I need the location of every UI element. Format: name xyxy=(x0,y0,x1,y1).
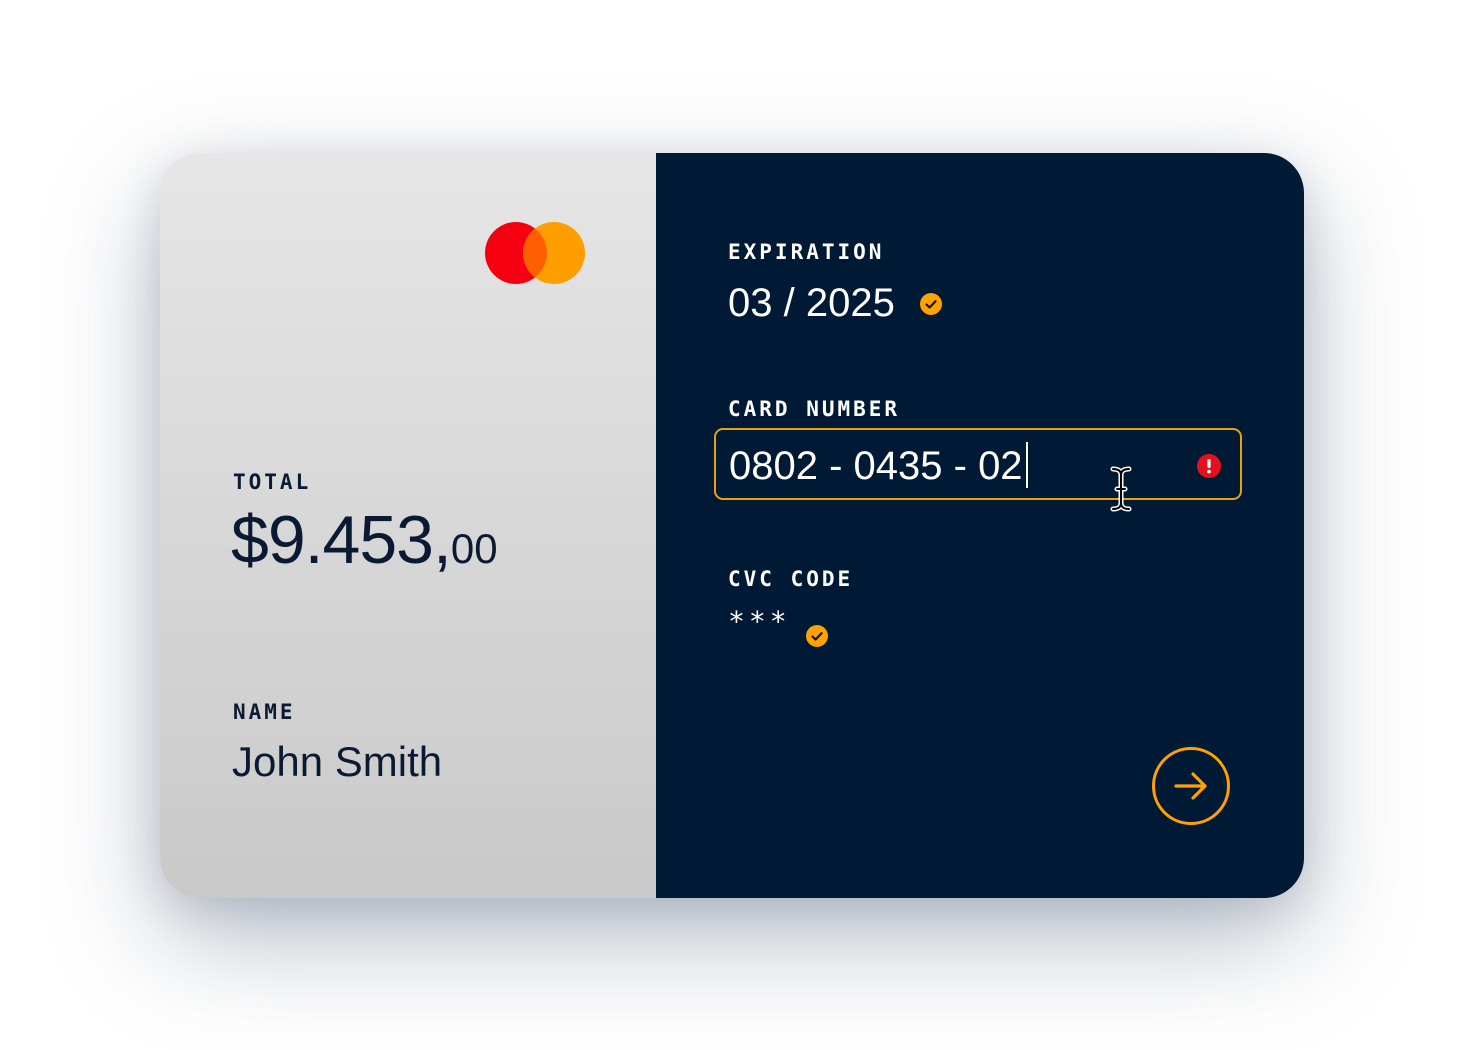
payment-card: TOTAL $9.453,00 NAME John Smith EXPIRATI… xyxy=(160,153,1304,898)
expiration-field[interactable]: 03 / 2025 xyxy=(728,281,895,326)
total-label: TOTAL xyxy=(233,470,312,494)
submit-next-button[interactable] xyxy=(1152,747,1230,825)
payment-form-panel: EXPIRATION 03 / 2025 CARD NUMBER 0802 - … xyxy=(656,153,1304,898)
name-label: NAME xyxy=(233,700,296,724)
cvc-field[interactable]: *** xyxy=(728,605,791,638)
card-number-input[interactable]: 0802 - 0435 - 02 xyxy=(729,442,1028,489)
check-circle-icon xyxy=(806,625,828,647)
card-number-label: CARD NUMBER xyxy=(728,397,901,421)
total-amount: $9.453,00 xyxy=(231,501,498,579)
total-amount-cents: 00 xyxy=(450,525,498,572)
cardholder-name: John Smith xyxy=(232,738,443,785)
expiration-label: EXPIRATION xyxy=(728,240,885,264)
card-number-value: 0802 - 0435 - 02 xyxy=(729,444,1023,488)
text-cursor-icon xyxy=(1110,466,1132,512)
mastercard-logo xyxy=(485,222,585,284)
order-summary-panel: TOTAL $9.453,00 NAME John Smith xyxy=(160,153,656,898)
exclamation-circle-icon xyxy=(1197,454,1221,478)
cvc-label: CVC CODE xyxy=(728,567,854,591)
card-number-field[interactable]: 0802 - 0435 - 02 xyxy=(714,428,1242,512)
total-amount-main: $9.453, xyxy=(231,502,452,578)
check-circle-icon xyxy=(920,293,942,315)
arrow-right-icon xyxy=(1174,772,1207,800)
text-caret xyxy=(1025,442,1028,488)
